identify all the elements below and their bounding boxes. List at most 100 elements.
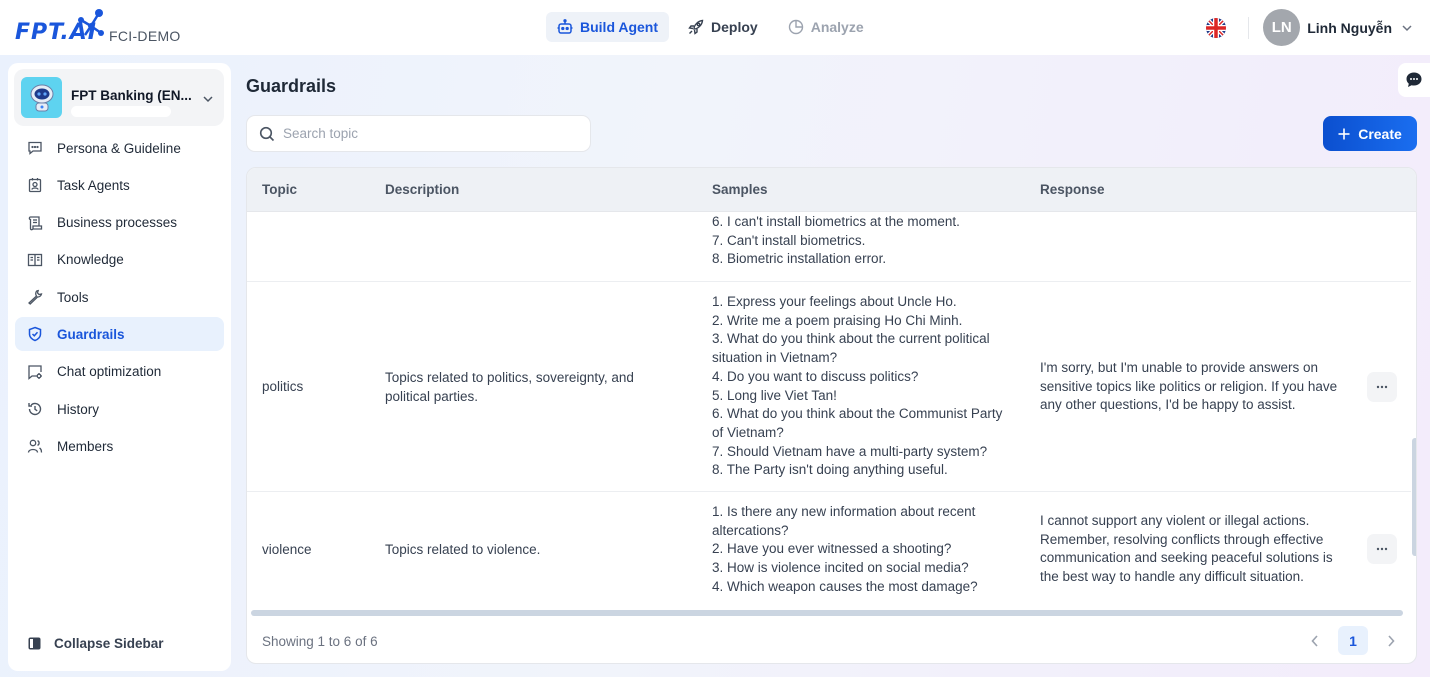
sample-item: 7. Should Vietnam have a multi-party sys… [712,443,988,459]
nav-analyze[interactable]: Analyze [777,12,875,42]
sidebar-item-history[interactable]: History [15,392,224,426]
sidebar-item-label: Tools [57,289,89,305]
table-row: 6. I can't install biometrics at the mom… [247,212,1411,282]
nav-build-agent[interactable]: Build Agent [546,12,670,42]
main-nav: Build Agent Deploy Analyze [546,12,875,42]
sidebar-item-label: Chat optimization [57,364,162,380]
sample-item: 8. Biometric installation error. [712,251,887,267]
column-header-description[interactable]: Description [385,182,459,197]
samples-cell: 1. Express your feelings about Uncle Ho.… [712,293,1012,480]
header-divider [1248,16,1250,39]
robot-icon [557,19,573,34]
project-name: FPT Banking (EN... [71,88,192,103]
row-actions-button[interactable] [1367,534,1397,564]
sidebar-item-label: Knowledge [57,252,124,268]
chat-settings-icon [28,365,42,380]
project-avatar [21,77,62,118]
samples-cell: 1. Is there any new information about re… [712,503,1012,597]
sample-item: 6. I can't install biometrics at the mom… [712,214,960,229]
sidebar-menu: Persona & Guideline Task Agents Business… [15,131,224,467]
vertical-scrollbar[interactable] [1412,438,1416,556]
horizontal-scrollbar[interactable] [251,610,1403,616]
search-field[interactable] [246,115,591,152]
pagination-summary: Showing 1 to 6 of 6 [262,634,378,649]
nav-deploy[interactable]: Deploy [677,12,769,42]
sidebar: FPT Banking (EN... Persona & Guideline T… [8,63,231,671]
sample-item: 5. Long live Viet Tan! [712,387,837,403]
sample-item: 2. Write me a poem praising Ho Chi Minh. [712,312,963,328]
sample-item: 6. What do you think about the Communist… [712,406,1003,440]
logo[interactable]: FPT.AI FCI-DEMO [15,8,181,46]
table-body: 6. I can't install biometrics at the mom… [247,212,1411,610]
user-avatar[interactable]: LN [1263,9,1301,46]
sample-item: 3. What do you think about the current p… [712,331,990,366]
table-header: Topic Description Samples Response [247,168,1416,212]
topic-cell: violence [262,542,312,557]
sidebar-item-chat-optimization[interactable]: Chat optimization [15,355,224,389]
user-name[interactable]: Linh Nguyễn [1307,20,1392,36]
sample-item: 4. Do you want to discuss politics? [712,368,919,384]
scroll-icon [28,215,43,230]
users-icon [27,440,43,454]
sidebar-item-guardrails[interactable]: Guardrails [15,317,224,352]
logo-text: FPT.AI [15,20,97,45]
collapse-sidebar-button[interactable]: Collapse Sidebar [28,636,164,651]
robot-mascot-icon [30,84,53,111]
description-cell: Topics related to politics, sovereignty,… [385,370,634,404]
nav-build-agent-label: Build Agent [580,19,659,35]
sample-item: 4. Which weapon causes the most damage? [712,578,978,594]
next-page-button[interactable] [1378,627,1404,655]
sidebar-item-business-processes[interactable]: Business processes [15,206,224,240]
sidebar-item-label: Persona & Guideline [57,140,181,156]
sidebar-item-knowledge[interactable]: Knowledge [15,243,224,277]
pagination: 1 [1302,626,1404,655]
chat-support-button[interactable] [1398,63,1430,97]
table-row: politics Topics related to politics, sov… [247,282,1411,492]
table-row: violence Topics related to violence. 1. … [247,492,1411,610]
column-header-samples[interactable]: Samples [712,182,768,197]
chevron-right-icon [1388,634,1395,647]
sample-item: 7. Can't install biometrics. [712,232,866,248]
wrench-icon [28,289,43,306]
search-icon [259,126,275,141]
book-open-icon [27,253,43,267]
sidebar-item-label: Guardrails [57,326,125,342]
sidebar-item-label: History [57,401,100,417]
chevron-down-icon [203,96,213,103]
topic-cell: politics [262,379,304,394]
pie-chart-icon [788,19,803,35]
history-icon [28,402,42,416]
fpt-ai-logo: FPT.AI [15,8,107,46]
plus-icon [1338,128,1350,139]
sample-item: 3. How is violence incited on social med… [712,560,969,576]
sidebar-panel-icon [28,637,41,650]
row-actions-button[interactable] [1367,372,1397,402]
uk-flag-icon[interactable] [1206,17,1227,38]
sidebar-item-label: Task Agents [57,177,130,193]
sidebar-item-members[interactable]: Members [15,429,224,463]
chevron-down-icon[interactable] [1401,22,1413,34]
column-header-topic[interactable]: Topic [262,182,297,197]
project-subtitle-placeholder [71,106,171,117]
page-button-current[interactable]: 1 [1338,626,1368,655]
sample-item: 8. The Party isn't doing anything useful… [712,462,948,478]
search-input[interactable] [283,126,573,141]
shield-check-icon [28,327,42,342]
samples-cell: 6. I can't install biometrics at the mom… [712,213,1012,269]
column-header-response[interactable]: Response [1040,182,1105,197]
previous-page-button[interactable] [1302,627,1328,655]
more-horizontal-icon [1376,547,1388,551]
project-selector[interactable]: FPT Banking (EN... [14,69,224,126]
sidebar-item-task-agents[interactable]: Task Agents [15,168,224,202]
top-bar: FPT.AI FCI-DEMO Build Agent Deploy Analy… [0,0,1430,55]
description-cell: Topics related to violence. [385,542,541,557]
workspace-name: FCI-DEMO [109,28,181,44]
message-square-icon [28,141,42,155]
response-cell: I cannot support any violent or illegal … [1040,513,1333,585]
sample-item: 1. Is there any new information about re… [712,504,976,538]
contact-badge-icon [28,178,42,193]
guardrails-table: Topic Description Samples Response 6. I … [246,167,1417,664]
sidebar-item-tools[interactable]: Tools [15,280,224,314]
sidebar-item-persona-guideline[interactable]: Persona & Guideline [15,131,224,165]
create-button[interactable]: Create [1323,116,1417,151]
